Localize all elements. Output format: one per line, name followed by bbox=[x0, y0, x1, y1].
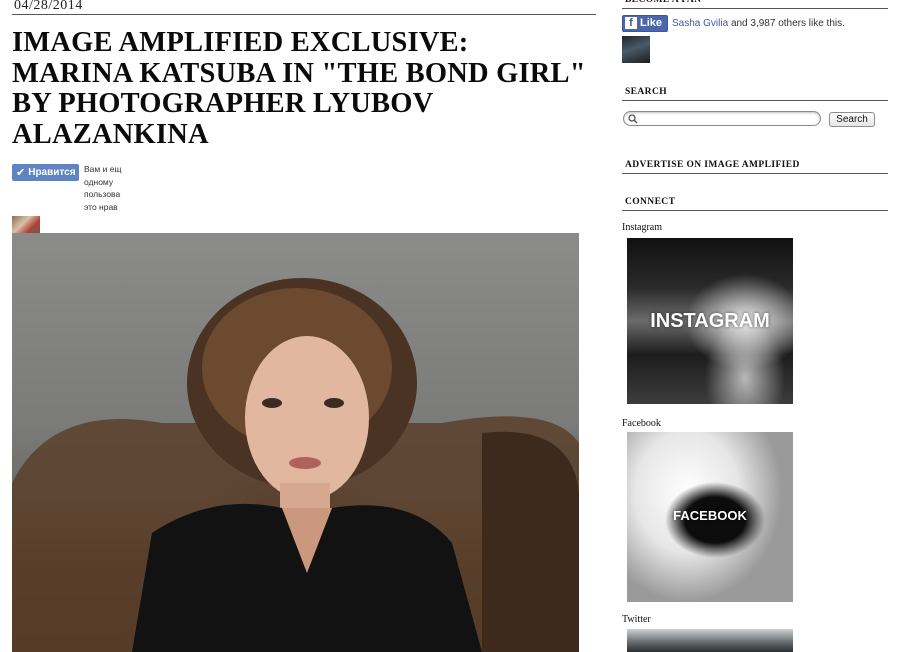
facebook-f-icon: f bbox=[625, 17, 637, 29]
advertise-heading[interactable]: ADVERTISE ON IMAGE AMPLIFIED bbox=[622, 160, 888, 174]
search-row: Search bbox=[622, 111, 888, 129]
search-input[interactable] bbox=[623, 111, 821, 126]
fb-like-count: and 3,987 others like this. bbox=[730, 17, 845, 29]
post-title: IMAGE AMPLIFIED EXCLUSIVE: MARINA KATSUB… bbox=[12, 27, 586, 150]
post-date-text: 04/28/2014 bbox=[14, 0, 83, 13]
post-date: 04/28/2014 bbox=[12, 0, 596, 15]
fb-like-row: f Like Sasha Gvilia and 3,987 others lik… bbox=[622, 14, 888, 32]
facebook-tile-caption: FACEBOOK bbox=[673, 508, 747, 523]
search-button[interactable]: Search bbox=[829, 112, 875, 127]
connect-heading: CONNECT bbox=[622, 197, 888, 211]
vk-like-widget: ✔ Нравится Вам и ещ одному пользова это … bbox=[12, 163, 142, 223]
hero-photo bbox=[12, 233, 579, 652]
fb-liker-name[interactable]: Sasha Gvilia bbox=[672, 18, 728, 29]
twitter-tile[interactable] bbox=[627, 629, 793, 652]
vk-like-label: Нравится bbox=[28, 167, 76, 178]
instagram-tile[interactable]: INSTAGRAM bbox=[627, 238, 793, 404]
connect-label-instagram: Instagram bbox=[622, 222, 662, 233]
fb-like-label: Like bbox=[640, 17, 663, 29]
search-icon bbox=[628, 114, 638, 124]
hero-photo-illustration bbox=[12, 278, 579, 652]
fan-heading: BECOME A FAN bbox=[622, 0, 888, 9]
fb-like-button[interactable]: f Like bbox=[622, 14, 669, 32]
check-icon: ✔ bbox=[16, 167, 26, 179]
connect-label-twitter: Twitter bbox=[622, 614, 651, 625]
vk-like-button[interactable]: ✔ Нравится bbox=[12, 164, 79, 181]
facebook-tile[interactable]: FACEBOOK bbox=[627, 432, 793, 602]
fan-avatar[interactable] bbox=[622, 36, 650, 63]
connect-label-facebook: Facebook bbox=[622, 418, 661, 429]
avatar[interactable] bbox=[12, 216, 40, 233]
search-heading: SEARCH bbox=[622, 87, 888, 101]
sidebar: BECOME A FAN f Like Sasha Gvilia and 3,9… bbox=[622, 0, 888, 652]
instagram-tile-caption: INSTAGRAM bbox=[650, 310, 770, 332]
vk-like-text: Вам и ещ одному пользова это нрав bbox=[84, 164, 122, 212]
fb-like-text: Sasha Gvilia and 3,987 others like this. bbox=[672, 18, 845, 29]
